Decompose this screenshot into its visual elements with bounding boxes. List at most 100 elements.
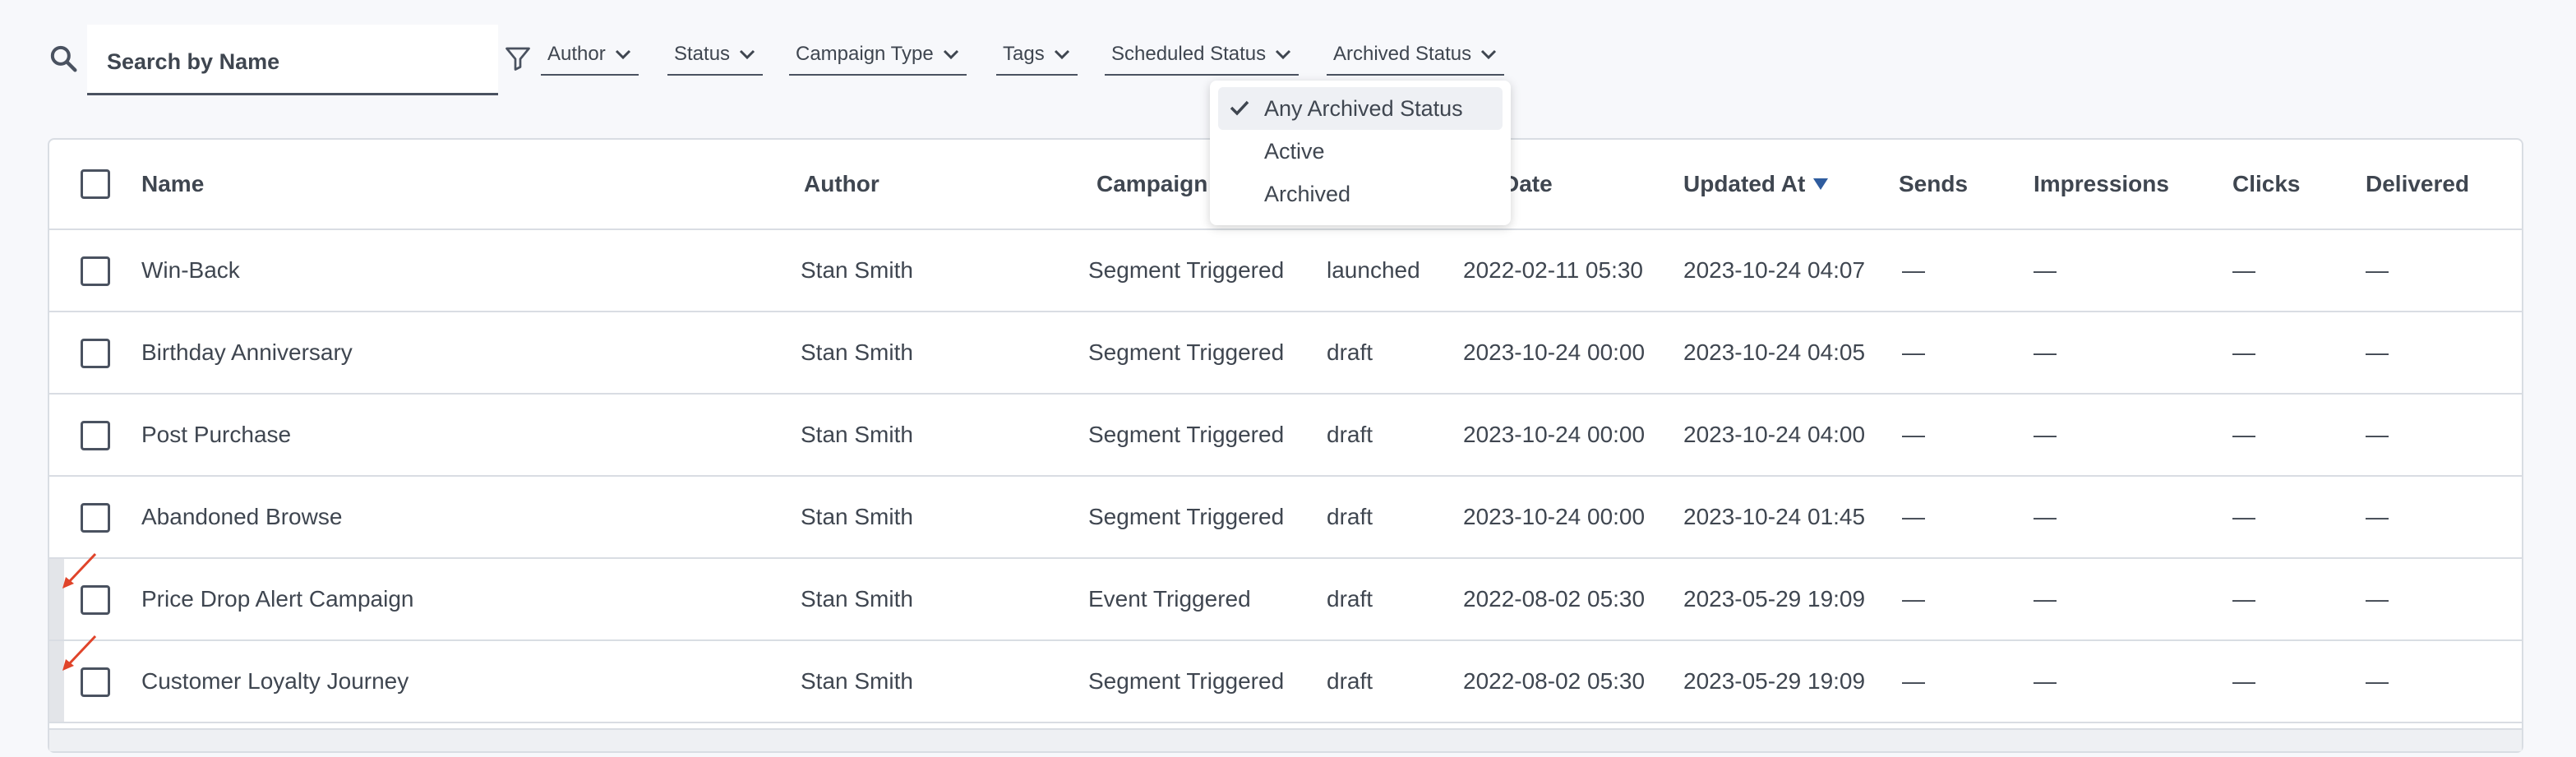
chevron-down-icon <box>1276 49 1291 60</box>
cell-impressions: — <box>2034 422 2057 447</box>
cell-start-date: 2022-08-02 05:30 <box>1463 668 1646 694</box>
row-checkbox[interactable] <box>81 503 110 533</box>
cell-updated-at: 2023-10-24 04:07 <box>1683 257 1866 283</box>
table-row[interactable]: Post Purchase Stan Smith Segment Triggered… <box>49 395 2522 477</box>
table-scrollbar[interactable] <box>49 728 2522 751</box>
filter-archived-status[interactable]: Archived Status <box>1327 41 1505 76</box>
column-header-campaign[interactable]: Campaign <box>1096 140 1207 228</box>
cell-campaign-type: Event Triggered <box>1088 586 1251 612</box>
cell-impressions: — <box>2034 668 2057 694</box>
filter-funnel-icon[interactable] <box>503 43 533 74</box>
menu-item-any-archived-status[interactable]: Any Archived Status <box>1218 87 1503 130</box>
row-checkbox[interactable] <box>81 339 110 368</box>
cell-sends: — <box>1902 257 1925 283</box>
table-row[interactable]: Abandoned Browse Stan Smith Segment Trigge… <box>49 477 2522 559</box>
cell-name[interactable]: Post Purchase <box>141 395 291 475</box>
cell-clicks: — <box>2232 504 2255 529</box>
cell-delivered: — <box>2366 668 2389 694</box>
cell-clicks: — <box>2232 339 2255 365</box>
cell-start-date: 2023-10-24 00:00 <box>1463 339 1646 365</box>
cell-status: draft <box>1327 504 1373 529</box>
cell-clicks: — <box>2232 257 2255 283</box>
column-header-impressions[interactable]: Impressions <box>2034 140 2169 228</box>
search-input[interactable] <box>107 43 485 81</box>
column-header-name[interactable]: Name <box>141 140 204 228</box>
filter-campaign-type-label: Campaign Type <box>796 43 934 65</box>
cell-sends: — <box>1902 422 1925 447</box>
cell-campaign-type: Segment Triggered <box>1088 339 1285 365</box>
column-header-delivered[interactable]: Delivered <box>2366 140 2469 228</box>
filter-author-label: Author <box>547 43 606 65</box>
menu-item-label: Any Archived Status <box>1264 95 1463 121</box>
filter-status-label: Status <box>674 43 731 65</box>
cell-start-date: 2023-10-24 00:00 <box>1463 422 1646 447</box>
filter-archived-status-label: Archived Status <box>1333 43 1472 65</box>
cell-delivered: — <box>2366 339 2389 365</box>
row-checkbox[interactable] <box>81 256 110 286</box>
cell-updated-at: 2023-10-24 04:00 <box>1683 422 1866 447</box>
cell-status: draft <box>1327 586 1373 612</box>
cell-impressions: — <box>2034 257 2057 283</box>
chevron-down-icon <box>615 49 630 60</box>
campaigns-table: Name Author Campaign rt Date Updated At … <box>48 138 2523 753</box>
cell-delivered: — <box>2366 586 2389 612</box>
filter-author[interactable]: Author <box>541 41 639 76</box>
cell-updated-at: 2023-05-29 19:09 <box>1683 586 1866 612</box>
search-box[interactable] <box>87 25 498 95</box>
cell-sends: — <box>1902 339 1925 365</box>
sort-descending-icon <box>1813 178 1829 190</box>
cell-sends: — <box>1902 668 1925 694</box>
table-row[interactable]: Birthday Anniversary Stan Smith Segment Tr… <box>49 312 2522 395</box>
cell-author: Stan Smith <box>801 339 913 365</box>
cell-impressions: — <box>2034 504 2057 529</box>
select-all-checkbox[interactable] <box>81 169 110 199</box>
cell-delivered: — <box>2366 257 2389 283</box>
cell-name[interactable]: Win-Back <box>141 230 240 311</box>
cell-sends: — <box>1902 504 1925 529</box>
cell-name[interactable]: Price Drop Alert Campaign <box>141 559 413 639</box>
cell-updated-at: 2023-10-24 04:05 <box>1683 339 1866 365</box>
cell-name[interactable]: Customer Loyalty Journey <box>141 641 409 722</box>
cell-campaign-type: Segment Triggered <box>1088 257 1285 283</box>
cell-impressions: — <box>2034 586 2057 612</box>
cell-start-date: 2022-08-02 05:30 <box>1463 586 1646 612</box>
filter-status[interactable]: Status <box>667 41 764 76</box>
column-header-clicks[interactable]: Clicks <box>2232 140 2301 228</box>
column-header-sends[interactable]: Sends <box>1899 140 1968 228</box>
chevron-down-icon <box>739 49 755 60</box>
column-header-updated-at-label: Updated At <box>1683 171 1806 196</box>
filter-tags[interactable]: Tags <box>996 41 1078 76</box>
cell-campaign-type: Segment Triggered <box>1088 504 1285 529</box>
table-row[interactable]: Customer Loyalty Journey Stan Smith Segmen… <box>49 641 2522 723</box>
cell-campaign-type: Segment Triggered <box>1088 422 1285 447</box>
filter-scheduled-status-label: Scheduled Status <box>1111 43 1267 65</box>
cell-status: draft <box>1327 668 1373 694</box>
cell-updated-at: 2023-10-24 01:45 <box>1683 504 1866 529</box>
menu-item-active[interactable]: Active <box>1218 130 1503 173</box>
cell-impressions: — <box>2034 339 2057 365</box>
table-row[interactable]: Win-Back Stan Smith Segment Triggered launc… <box>49 230 2522 312</box>
chevron-down-icon <box>1481 49 1497 60</box>
cell-name[interactable]: Abandoned Browse <box>141 477 342 557</box>
column-header-author[interactable]: Author <box>804 140 879 228</box>
menu-item-archived[interactable]: Archived <box>1218 173 1503 215</box>
cell-status: draft <box>1327 339 1373 365</box>
table-row[interactable]: Price Drop Alert Campaign Stan Smith Event… <box>49 559 2522 641</box>
cell-updated-at: 2023-05-29 19:09 <box>1683 668 1866 694</box>
cell-author: Stan Smith <box>801 422 913 447</box>
checkmark-icon <box>1230 100 1249 116</box>
annotation-arrow-icon <box>62 635 97 671</box>
campaign-list-page: Author Status Campaign Type Tags Schedul… <box>0 0 2576 757</box>
cell-author: Stan Smith <box>801 504 913 529</box>
cell-clicks: — <box>2232 422 2255 447</box>
cell-clicks: — <box>2232 586 2255 612</box>
chevron-down-icon <box>1054 49 1069 60</box>
filter-campaign-type[interactable]: Campaign Type <box>789 41 967 76</box>
annotation-arrow-icon <box>62 552 97 589</box>
cell-name[interactable]: Birthday Anniversary <box>141 312 353 393</box>
archived-status-menu: Any Archived Status Active Archived <box>1210 81 1511 225</box>
cell-status: draft <box>1327 422 1373 447</box>
column-header-updated-at[interactable]: Updated At <box>1683 140 1829 228</box>
filter-scheduled-status[interactable]: Scheduled Status <box>1105 41 1300 76</box>
row-checkbox[interactable] <box>81 421 110 450</box>
